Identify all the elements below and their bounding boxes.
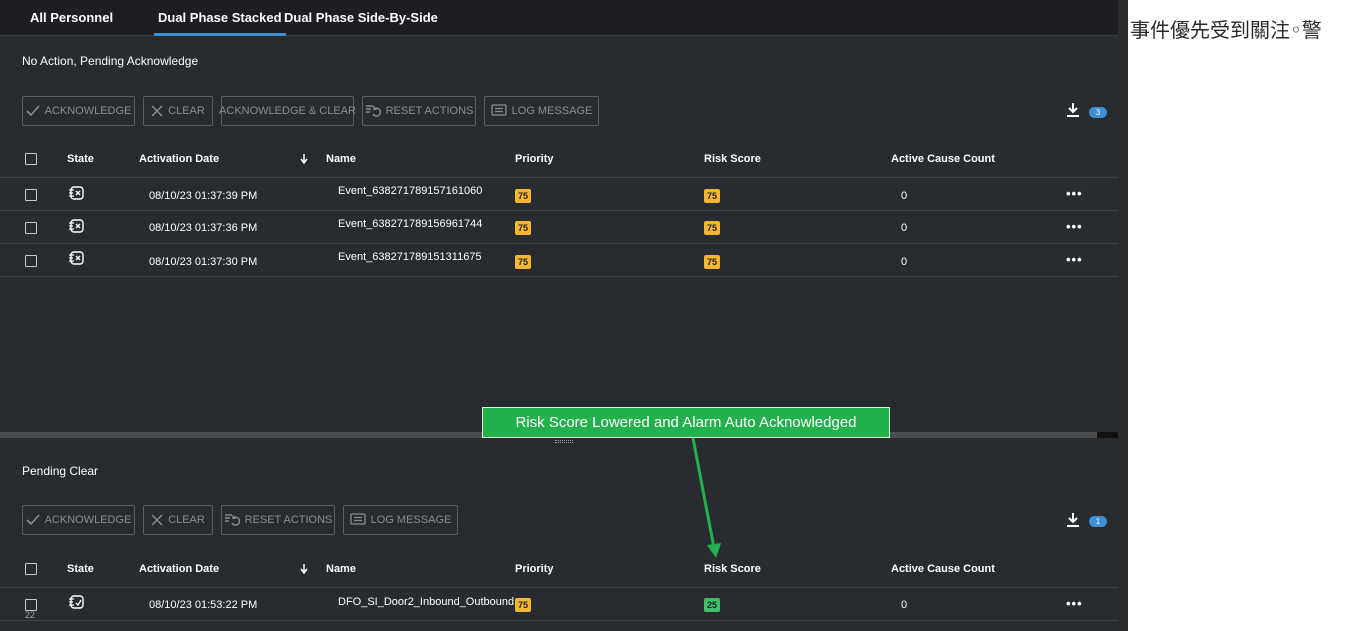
risk-score-pill: 75 — [704, 189, 720, 203]
close-icon — [151, 514, 163, 526]
column-risk-score[interactable]: Risk Score — [704, 153, 761, 165]
select-all-checkbox[interactable] — [25, 153, 37, 165]
reset-actions-button[interactable]: RESET ACTIONS — [362, 96, 476, 126]
check-icon — [26, 105, 40, 117]
section-title-pending-clear: Pending Clear — [22, 464, 99, 478]
active-cause-count-cell: 0 — [901, 222, 908, 234]
column-active-cause-count[interactable]: Active Cause Count — [891, 153, 995, 165]
column-priority[interactable]: Priority — [515, 153, 554, 165]
clear-label: CLEAR — [168, 105, 205, 117]
acknowledge-button[interactable]: ACKNOWLEDGE — [22, 505, 135, 535]
sort-desc-icon[interactable] — [300, 564, 308, 574]
active-cause-count-cell: 0 — [901, 256, 908, 268]
name-cell: Event_638271789151311675 — [338, 251, 482, 263]
callout-annotation: Risk Score Lowered and Alarm Auto Acknow… — [482, 407, 890, 438]
alarm-state-icon — [69, 595, 84, 609]
acknowledge-label: ACKNOWLEDGE — [44, 105, 132, 117]
alarm-state-icon — [69, 186, 84, 200]
message-icon — [349, 513, 366, 525]
callout-arrow — [691, 437, 721, 558]
tab-dual-phase-stacked[interactable]: Dual Phase Stacked — [154, 0, 286, 36]
side-panel-text: 事件優先受到關注◦警 — [1130, 18, 1322, 42]
splitter-edge — [1097, 432, 1118, 438]
reset-list-icon — [224, 514, 240, 526]
active-cause-count-cell: 0 — [901, 599, 908, 611]
table-header: State Activation Date Name Priority Risk… — [0, 140, 1118, 178]
acknowledge-label: ACKNOWLEDGE — [44, 514, 132, 526]
more-options-icon[interactable]: ••• — [1066, 596, 1083, 611]
close-icon — [151, 105, 163, 117]
row-checkbox[interactable] — [25, 189, 37, 201]
log-message-label: LOG MESSAGE — [511, 105, 593, 117]
tab-all-personnel[interactable]: All Personnel — [26, 0, 117, 36]
count-badge: 3 — [1089, 107, 1107, 118]
reset-list-icon — [365, 105, 381, 117]
activation-date-cell: 08/10/23 01:53:22 PM — [149, 599, 258, 611]
splitter-grip[interactable] — [555, 440, 573, 443]
column-active-cause-count[interactable]: Active Cause Count — [891, 563, 995, 575]
sort-desc-icon[interactable] — [300, 154, 308, 164]
priority-pill: 75 — [515, 189, 531, 203]
check-icon — [26, 514, 40, 526]
more-options-icon[interactable]: ••• — [1066, 219, 1083, 234]
message-icon — [490, 104, 507, 116]
priority-pill: 75 — [515, 221, 531, 235]
table-row[interactable]: 08/10/23 01:37:39 PM Event_6382717891571… — [0, 179, 1118, 211]
priority-pill: 75 — [515, 598, 531, 612]
clear-button[interactable]: CLEAR — [143, 96, 213, 126]
clear-label: CLEAR — [168, 514, 205, 526]
clear-button[interactable]: CLEAR — [143, 505, 213, 535]
reset-actions-label: RESET ACTIONS — [385, 105, 474, 117]
active-cause-count-cell: 0 — [901, 190, 908, 202]
risk-score-pill: 75 — [704, 255, 720, 269]
download-icon[interactable] — [1066, 512, 1080, 528]
count-badge: 1 — [1089, 516, 1107, 527]
name-cell: DFO_SI_Door2_Inbound_Outbound — [338, 596, 515, 608]
log-message-button[interactable]: LOG MESSAGE — [484, 96, 599, 126]
reset-actions-label: RESET ACTIONS — [244, 514, 333, 526]
name-cell: Event_638271789156961744 — [338, 218, 483, 230]
table-row[interactable]: 08/10/23 01:37:30 PM Event_6382717891513… — [0, 245, 1118, 277]
log-message-button[interactable]: LOG MESSAGE — [343, 505, 458, 535]
activation-date-cell: 08/10/23 01:37:30 PM — [149, 256, 258, 268]
section-title-pending-acknowledge: No Action, Pending Acknowledge — [22, 54, 199, 68]
acknowledge-clear-button[interactable]: ACKNOWLEDGE & CLEAR — [219, 96, 356, 126]
tab-bar: All Personnel Dual Phase Stacked Dual Ph… — [0, 0, 1118, 36]
activation-date-cell: 08/10/23 01:37:39 PM — [149, 190, 258, 202]
row-checkbox[interactable] — [25, 222, 37, 234]
column-activation-date[interactable]: Activation Date — [139, 563, 219, 575]
download-icon[interactable] — [1066, 102, 1080, 118]
table-header: State Activation Date Name Priority Risk… — [0, 550, 1118, 588]
more-options-icon[interactable]: ••• — [1066, 252, 1083, 267]
column-state[interactable]: State — [67, 563, 94, 575]
log-message-label: LOG MESSAGE — [370, 514, 452, 526]
risk-score-pill: 75 — [704, 221, 720, 235]
priority-pill: 75 — [515, 255, 531, 269]
side-panel: 事件優先受到關注◦警 — [1128, 0, 1368, 631]
column-risk-score[interactable]: Risk Score — [704, 563, 761, 575]
reset-actions-button[interactable]: RESET ACTIONS — [221, 505, 335, 535]
alarm-state-icon — [69, 219, 84, 233]
acknowledge-button[interactable]: ACKNOWLEDGE — [22, 96, 135, 126]
table-row[interactable]: 22 08/10/23 01:53:22 PM DFO_SI_Door2_Inb… — [0, 589, 1118, 621]
column-state[interactable]: State — [67, 153, 94, 165]
alarm-state-icon — [69, 251, 84, 265]
column-name[interactable]: Name — [326, 563, 356, 575]
row-checkbox[interactable] — [25, 255, 37, 267]
more-options-icon[interactable]: ••• — [1066, 186, 1083, 201]
risk-score-pill: 25 — [704, 598, 720, 612]
row-number: 22 — [25, 610, 36, 620]
column-activation-date[interactable]: Activation Date — [139, 153, 219, 165]
name-cell: Event_638271789157161060 — [338, 185, 483, 197]
table-row[interactable]: 08/10/23 01:37:36 PM Event_6382717891569… — [0, 212, 1118, 244]
column-name[interactable]: Name — [326, 153, 356, 165]
acknowledge-clear-label: ACKNOWLEDGE & CLEAR — [219, 105, 356, 117]
activation-date-cell: 08/10/23 01:37:36 PM — [149, 222, 258, 234]
column-priority[interactable]: Priority — [515, 563, 554, 575]
alarm-manager-app: All Personnel Dual Phase Stacked Dual Ph… — [0, 0, 1128, 631]
tab-dual-phase-side-by-side[interactable]: Dual Phase Side-By-Side — [280, 0, 442, 36]
select-all-checkbox[interactable] — [25, 563, 37, 575]
